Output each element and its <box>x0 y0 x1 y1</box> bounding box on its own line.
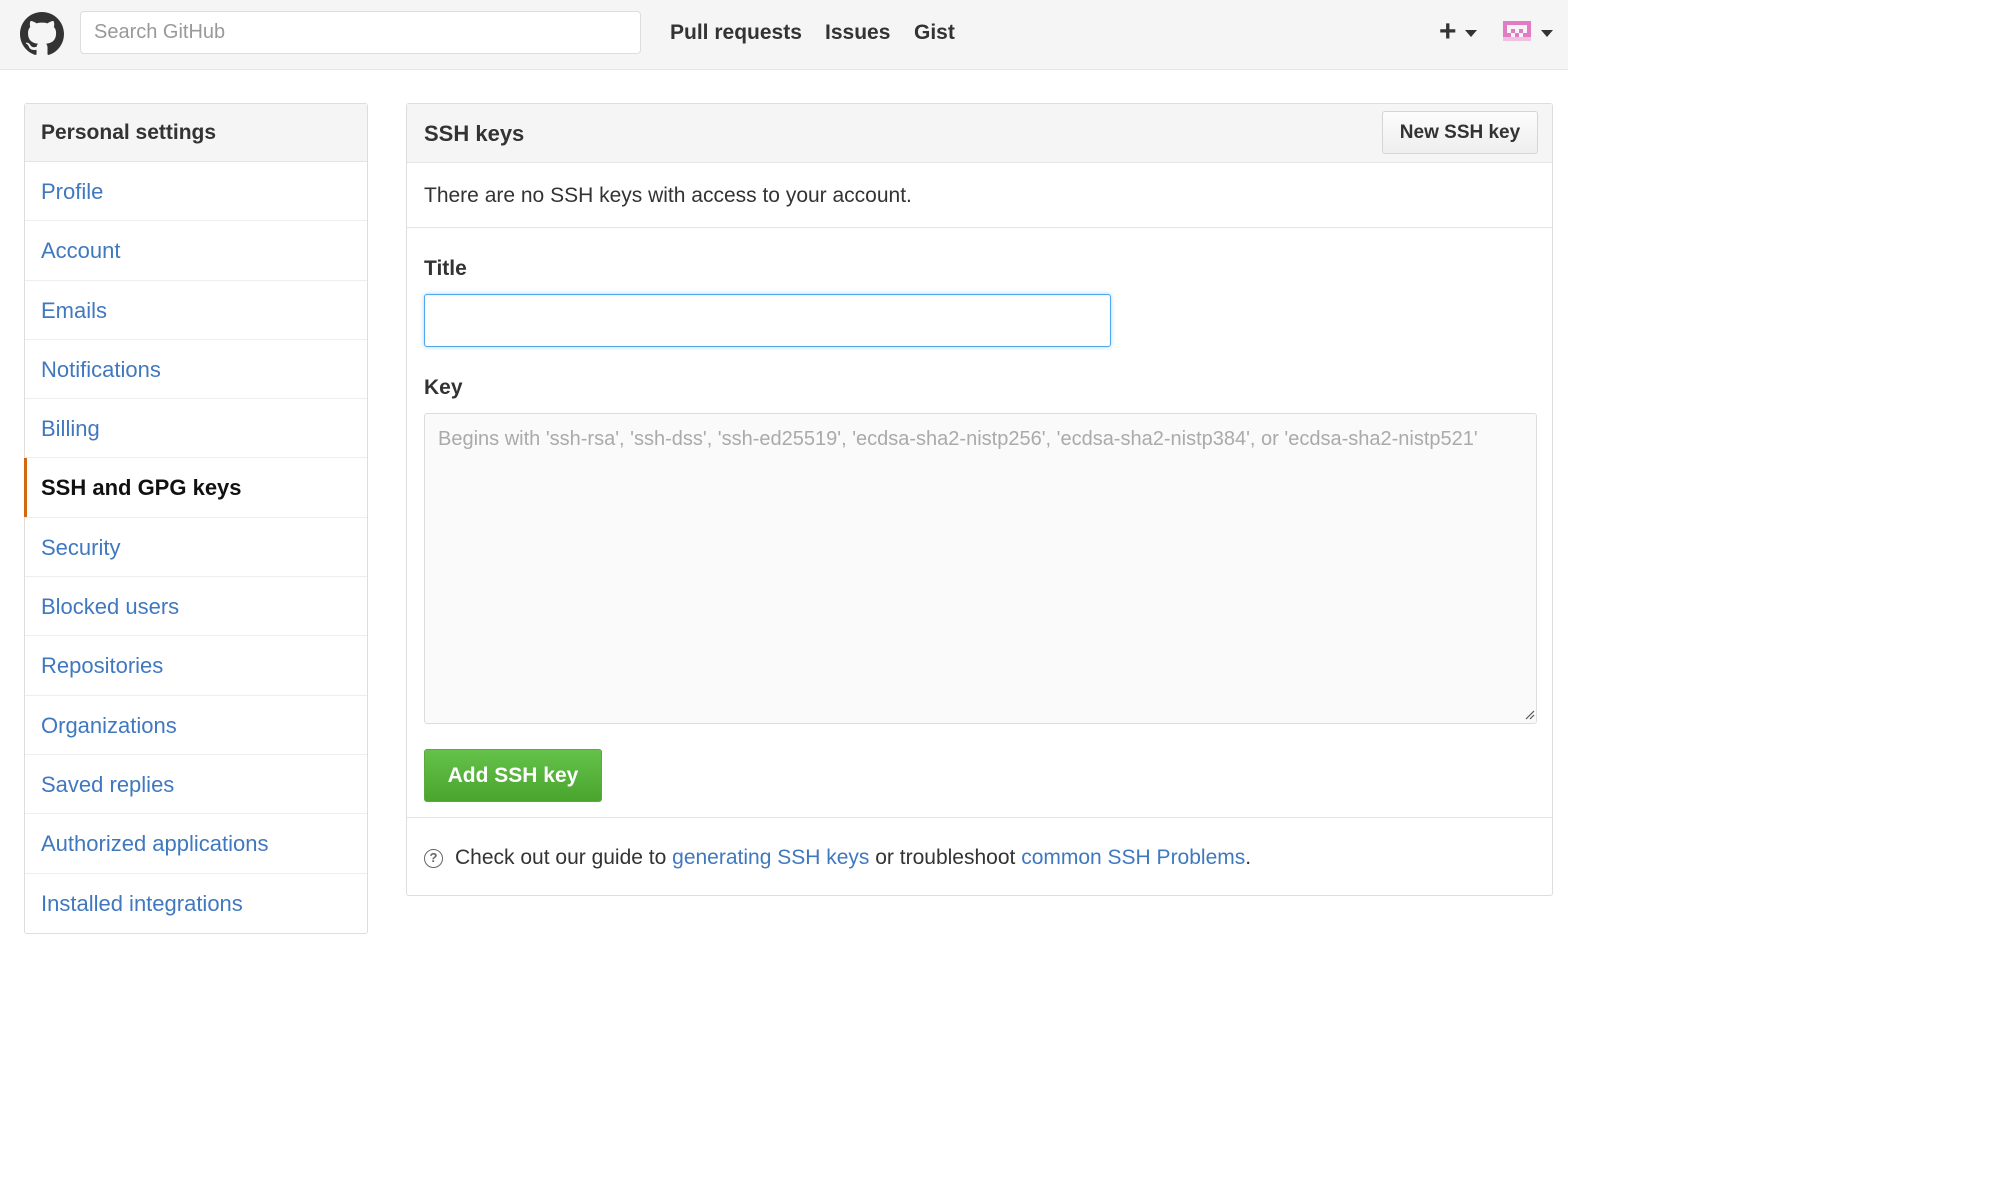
help-middle: or troubleshoot <box>869 846 1022 869</box>
resize-grip-icon[interactable] <box>1523 708 1535 720</box>
nav-pull-requests[interactable]: Pull requests <box>670 20 802 46</box>
sidebar-item-account[interactable]: Account <box>25 221 367 281</box>
divider <box>407 227 1552 228</box>
github-logo-icon[interactable] <box>20 12 64 56</box>
page-title: SSH keys <box>424 121 525 146</box>
sidebar-item-installed-integrations[interactable]: Installed integrations <box>25 874 367 933</box>
empty-state-message: There are no SSH keys with access to you… <box>424 184 912 207</box>
sidebar-heading: Personal settings <box>25 104 367 162</box>
help-prefix: Check out our guide to <box>455 846 673 869</box>
sidebar-item-emails[interactable]: Emails <box>25 281 367 340</box>
search-input[interactable] <box>80 11 641 54</box>
ssh-keys-panel: SSH keys New SSH key There are no SSH ke… <box>406 103 1553 896</box>
divider <box>407 817 1552 818</box>
sidebar-item-blocked-users[interactable]: Blocked users <box>25 577 367 637</box>
sidebar-item-billing[interactable]: Billing <box>25 399 367 459</box>
top-header: Pull requests Issues Gist + <box>0 0 1568 70</box>
nav-issues[interactable]: Issues <box>825 20 890 46</box>
title-label: Title <box>424 257 467 280</box>
question-icon: ? <box>424 849 443 868</box>
settings-sidebar: Personal settings Profile Account Emails No… <box>24 103 368 934</box>
sidebar-item-profile[interactable]: Profile <box>25 162 367 222</box>
user-menu-caret-icon[interactable] <box>1541 30 1553 37</box>
new-menu-plus-icon[interactable]: + <box>1439 17 1457 47</box>
avatar[interactable] <box>1503 20 1531 42</box>
title-input[interactable] <box>424 294 1111 347</box>
new-menu-caret-icon[interactable] <box>1465 30 1477 37</box>
generating-ssh-keys-link[interactable]: generating SSH keys <box>672 846 869 869</box>
nav-gist[interactable]: Gist <box>914 20 955 46</box>
key-textarea[interactable] <box>424 413 1537 724</box>
add-ssh-key-button[interactable]: Add SSH key <box>424 749 602 802</box>
help-note: ? Check out our guide to generating SSH k… <box>424 846 1251 870</box>
sidebar-item-ssh-and-gpg-keys[interactable]: SSH and GPG keys <box>24 458 367 518</box>
sidebar-item-saved-replies[interactable]: Saved replies <box>25 755 367 815</box>
sidebar-item-security[interactable]: Security <box>25 518 367 578</box>
common-ssh-problems-link[interactable]: common SSH Problems <box>1021 846 1245 869</box>
sidebar-item-organizations[interactable]: Organizations <box>25 696 367 755</box>
sidebar-item-notifications[interactable]: Notifications <box>25 340 367 400</box>
new-ssh-key-button[interactable]: New SSH key <box>1382 111 1538 154</box>
sidebar-item-repositories[interactable]: Repositories <box>25 636 367 696</box>
help-suffix: . <box>1245 846 1252 869</box>
panel-header: SSH keys New SSH key <box>407 104 1552 163</box>
key-label: Key <box>424 376 463 399</box>
sidebar-item-authorized-applications[interactable]: Authorized applications <box>25 814 367 874</box>
